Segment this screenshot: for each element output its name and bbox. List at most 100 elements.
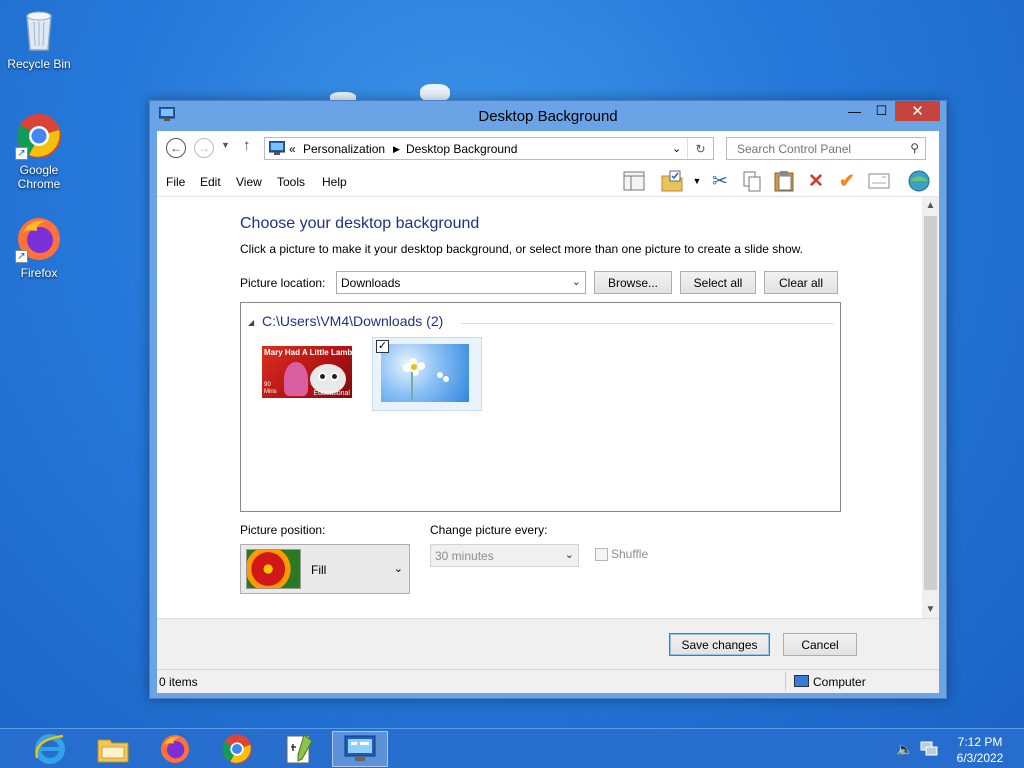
window-title: Desktop Background [478, 108, 618, 125]
dialog-footer: Save changes Cancel [157, 618, 939, 669]
select-all-button[interactable]: Select all [680, 271, 756, 294]
menu-help[interactable]: Help [322, 175, 347, 189]
minimize-button[interactable]: — [841, 101, 868, 121]
desktop-icon-google-chrome[interactable]: ↗ Google Chrome [1, 112, 77, 191]
shuffle-checkbox[interactable] [595, 548, 608, 561]
desktop-icon-label: Recycle Bin [7, 57, 71, 71]
scrollbar-thumb[interactable] [924, 216, 937, 590]
shuffle-label: Shuffle [611, 547, 649, 561]
network-icon[interactable] [920, 741, 938, 761]
breadcrumb-item-desktop-background[interactable]: Desktop Background [406, 142, 517, 156]
menu-edit[interactable]: Edit [200, 175, 221, 189]
properties-icon[interactable] [660, 170, 684, 192]
chevron-down-icon: ⌄ [564, 549, 574, 561]
vertical-scrollbar[interactable]: ▲ ▼ [922, 197, 939, 618]
recent-locations-chevron-icon[interactable]: ▼ [221, 140, 230, 150]
collapse-group-icon[interactable]: ◢ [248, 318, 254, 327]
desktop-icon-label: Firefox [20, 266, 58, 280]
layout-icon[interactable] [622, 170, 646, 192]
group-header[interactable]: C:\Users\VM4\Downloads (2) [262, 313, 443, 329]
forward-button[interactable]: → [194, 138, 214, 158]
menu-toolbar-row: File Edit View Tools Help ▼ ✂ ✕ ✔ [157, 164, 939, 197]
picture-thumbnail-selected[interactable]: ✓ [372, 337, 482, 411]
menu-tools[interactable]: Tools [277, 175, 305, 189]
scroll-up-icon[interactable]: ▲ [922, 197, 939, 214]
save-changes-button[interactable]: Save changes [669, 633, 770, 656]
picture-location-label: Picture location: [240, 276, 326, 290]
picture-location-select[interactable]: Downloads ⌄ [336, 271, 586, 294]
browse-button[interactable]: Browse... [594, 271, 672, 294]
globe-icon[interactable] [907, 170, 931, 192]
cut-icon[interactable]: ✂ [708, 170, 732, 192]
maximize-button[interactable]: ☐ [868, 101, 895, 121]
organize-dropdown-chevron-icon[interactable]: ▼ [685, 170, 709, 192]
taskbar-chrome[interactable] [209, 731, 265, 767]
volume-muted-icon[interactable]: 🔈 [896, 741, 913, 757]
picture-position-value: Fill [311, 563, 327, 577]
change-picture-every-label: Change picture every: [430, 523, 548, 537]
taskbar-control-panel[interactable] [332, 731, 388, 767]
back-button[interactable]: ← [166, 138, 186, 158]
taskbar-internet-explorer[interactable] [22, 731, 78, 767]
desktop-icon-recycle-bin[interactable]: Recycle Bin [1, 6, 77, 71]
control-panel-icon [269, 141, 285, 155]
clock-time: 7:12 PM [957, 735, 1003, 749]
delete-icon[interactable]: ✕ [804, 170, 828, 192]
desktop-icon-firefox[interactable]: ↗ Firefox [1, 215, 77, 280]
address-history-chevron-icon[interactable]: ⌄ [672, 142, 681, 155]
status-item-count: 0 items [159, 675, 198, 689]
search-input[interactable] [735, 141, 895, 157]
search-box[interactable]: ⚲ [726, 137, 926, 160]
internet-explorer-icon [35, 734, 65, 764]
taskbar: 🔈 7:12 PM 6/3/2022 [0, 728, 1024, 768]
back-arrow-icon: ← [170, 141, 182, 155]
refresh-icon: ↻ [695, 142, 706, 156]
chevron-down-icon: ⌄ [393, 563, 403, 575]
address-row: ← → ▼ ↑ « Personalization ▶ Desktop Back… [157, 131, 939, 164]
breadcrumb-overflow[interactable]: « [289, 142, 296, 156]
recycle-bin-icon [15, 6, 63, 54]
cancel-button[interactable]: Cancel [783, 633, 857, 656]
thumbnail-art [403, 364, 411, 372]
scroll-down-icon[interactable]: ▼ [922, 601, 939, 618]
taskbar-firefox[interactable] [147, 731, 203, 767]
paste-icon[interactable] [772, 170, 796, 192]
clock[interactable]: 7:12 PM 6/3/2022 [950, 734, 1010, 766]
address-bar[interactable]: « Personalization ▶ Desktop Background ⌄… [264, 137, 714, 160]
picture-list[interactable]: ◢ C:\Users\VM4\Downloads (2) Mary Had A … [240, 302, 841, 512]
picture-thumbnail[interactable]: Mary Had A Little Lamb 90 Mins Education… [262, 346, 352, 398]
menu-file[interactable]: File [166, 175, 185, 189]
thumbnail-checkbox[interactable]: ✓ [376, 340, 389, 353]
taskbar-notepadpp[interactable] [271, 731, 327, 767]
thumbnail-badge-left: 90 Mins [264, 382, 277, 395]
position-preview-image [246, 549, 301, 589]
notepadpp-icon [286, 734, 313, 764]
thumbnail-badge-right: Educational [313, 390, 350, 397]
thumbnail-art [318, 372, 327, 381]
email-icon[interactable] [867, 170, 891, 192]
control-panel-icon [344, 735, 376, 761]
thumbnail-art [330, 372, 339, 381]
thumbnail-art [437, 372, 443, 378]
breadcrumb-separator-icon[interactable]: ▶ [393, 144, 400, 155]
clear-all-button[interactable]: Clear all [764, 271, 838, 294]
menu-view[interactable]: View [236, 175, 262, 189]
picture-position-select[interactable]: Fill ⌄ [240, 544, 410, 594]
group-divider [461, 323, 834, 324]
copy-icon[interactable] [740, 170, 764, 192]
picture-location-value: Downloads [341, 276, 401, 290]
picture-position-label: Picture position: [240, 523, 326, 537]
chrome-icon: ↗ [15, 112, 63, 160]
taskbar-file-explorer[interactable] [85, 731, 141, 767]
search-icon: ⚲ [910, 141, 919, 155]
desktop-background-window: Desktop Background — ☐ ✕ ← → ▼ ↑ « Perso… [149, 100, 947, 699]
file-explorer-icon [97, 739, 129, 763]
undo-icon[interactable]: ✔ [835, 170, 859, 192]
refresh-button[interactable]: ↻ [687, 138, 713, 159]
shortcut-arrow-icon: ↗ [15, 147, 28, 160]
breadcrumb-item-personalization[interactable]: Personalization [303, 142, 385, 156]
change-picture-every-select[interactable]: 30 minutes ⌄ [430, 544, 579, 567]
close-button[interactable]: ✕ [895, 101, 940, 121]
title-bar[interactable]: Desktop Background — ☐ ✕ [150, 101, 946, 131]
up-level-button[interactable]: ↑ [243, 137, 251, 154]
